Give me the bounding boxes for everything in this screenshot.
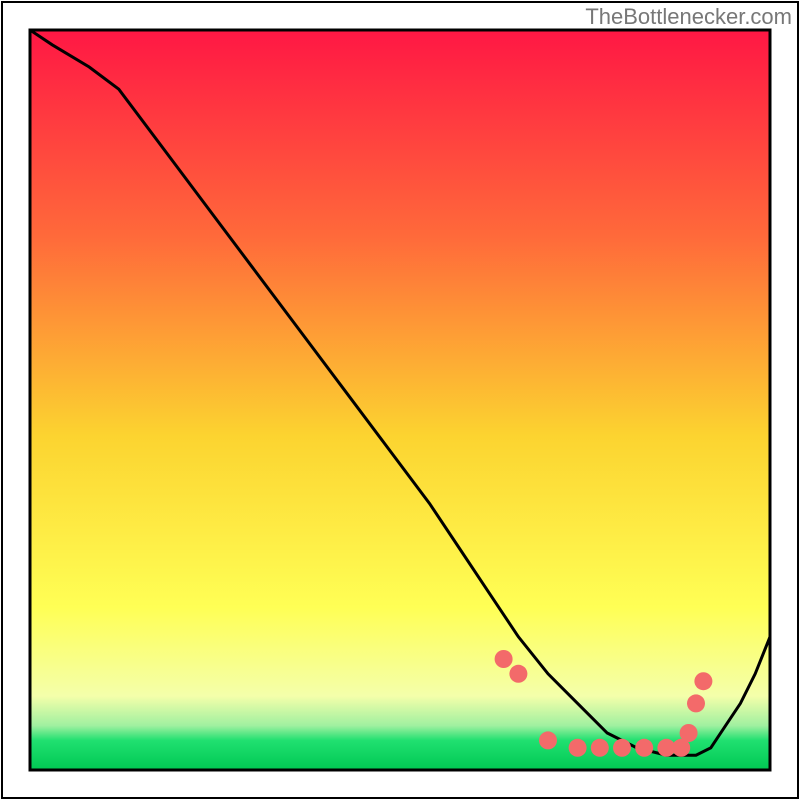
data-point — [539, 731, 557, 749]
data-point — [635, 739, 653, 757]
watermark-text: TheBottlenecker.com — [585, 4, 792, 30]
plot-background — [30, 30, 770, 770]
chart-svg — [0, 0, 800, 800]
data-point — [569, 739, 587, 757]
data-point — [591, 739, 609, 757]
data-point — [694, 672, 712, 690]
data-point — [687, 694, 705, 712]
data-point — [495, 650, 513, 668]
data-point — [613, 739, 631, 757]
chart-container: TheBottlenecker.com — [0, 0, 800, 800]
data-point — [680, 724, 698, 742]
data-point — [509, 665, 527, 683]
